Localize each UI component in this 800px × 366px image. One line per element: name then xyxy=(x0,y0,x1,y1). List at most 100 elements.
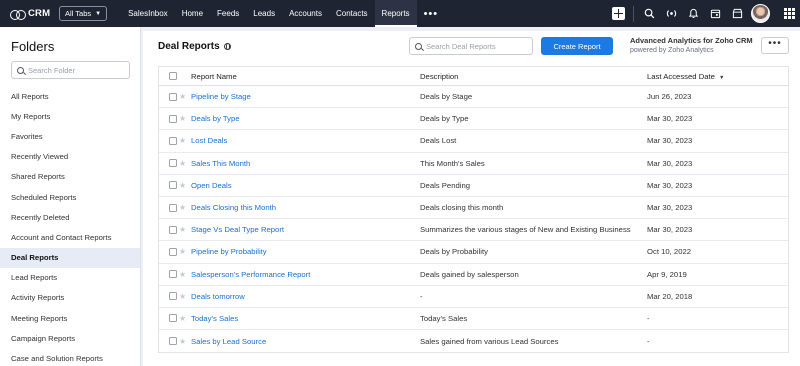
folder-search-box[interactable] xyxy=(11,61,130,79)
row-checkbox[interactable] xyxy=(169,203,177,212)
report-name-link[interactable]: Sales This Month xyxy=(191,159,250,168)
row-checkbox[interactable] xyxy=(169,247,177,256)
row-checkbox[interactable] xyxy=(169,225,177,234)
search-icon xyxy=(644,8,654,19)
folder-item-all-reports[interactable]: All Reports xyxy=(0,86,140,106)
star-icon[interactable]: ★ xyxy=(179,225,186,234)
star-icon[interactable]: ★ xyxy=(179,92,186,101)
sidebar-title: Folders xyxy=(11,39,55,54)
plus-icon xyxy=(611,7,625,20)
report-name-link[interactable]: Pipeline by Stage xyxy=(191,92,251,101)
report-name-link[interactable]: Lost Deals xyxy=(191,136,227,145)
more-tabs-button[interactable]: ••• xyxy=(417,0,446,27)
row-checkbox[interactable] xyxy=(169,292,177,301)
row-checkbox[interactable] xyxy=(169,181,177,190)
report-name-link[interactable]: Open Deals xyxy=(191,181,232,190)
star-icon[interactable]: ★ xyxy=(179,270,186,279)
row-checkbox[interactable] xyxy=(169,136,177,145)
row-checkbox[interactable] xyxy=(169,337,177,346)
star-icon[interactable]: ★ xyxy=(179,114,186,123)
tab-contacts[interactable]: Contacts xyxy=(329,0,375,27)
folder-item-favorites[interactable]: Favorites xyxy=(0,126,140,146)
row-checkbox[interactable] xyxy=(169,114,177,123)
tab-home[interactable]: Home xyxy=(175,0,210,27)
star-icon[interactable]: ★ xyxy=(179,136,186,145)
row-checkbox[interactable] xyxy=(169,159,177,168)
search-button[interactable] xyxy=(638,0,660,27)
select-all-checkbox[interactable] xyxy=(169,72,177,80)
report-name-link[interactable]: Deals Closing this Month xyxy=(191,203,276,212)
row-checkbox[interactable] xyxy=(169,270,177,279)
folder-item-recently-deleted[interactable]: Recently Deleted xyxy=(0,207,140,227)
star-icon[interactable]: ★ xyxy=(179,314,186,323)
tab-reports[interactable]: Reports xyxy=(374,0,417,27)
column-header-last-accessed[interactable]: Last Accessed Date ▼ xyxy=(647,72,724,81)
report-description: Deals by Probability xyxy=(420,247,488,257)
table-row: ★ Salesperson's Performance Report Deals g… xyxy=(159,264,788,286)
star-icon[interactable]: ★ xyxy=(179,159,186,168)
report-last-accessed: - xyxy=(647,336,650,346)
folder-item-activity-reports[interactable]: Activity Reports xyxy=(0,288,140,308)
report-name-link[interactable]: Pipeline by Probability xyxy=(191,247,267,256)
report-name-link[interactable]: Deals by Type xyxy=(191,114,240,123)
report-name-link[interactable]: Stage Vs Deal Type Report xyxy=(191,225,284,234)
app-name: CRM xyxy=(28,8,51,19)
folder-item-campaign-reports[interactable]: Campaign Reports xyxy=(0,328,140,348)
star-icon[interactable]: ★ xyxy=(179,337,186,346)
report-name-link[interactable]: Today's Sales xyxy=(191,314,238,323)
analytics-title: Advanced Analytics for Zoho CRM xyxy=(630,36,753,45)
report-search-box[interactable] xyxy=(409,37,533,55)
row-checkbox[interactable] xyxy=(169,92,177,101)
folder-item-meeting-reports[interactable]: Meeting Reports xyxy=(0,308,140,328)
chevron-down-icon: ▼ xyxy=(95,10,102,17)
tab-leads[interactable]: Leads xyxy=(246,0,282,27)
report-description: Today's Sales xyxy=(420,313,468,323)
crm-logo[interactable]: CRM xyxy=(10,8,54,20)
folder-item-lead-reports[interactable]: Lead Reports xyxy=(0,268,140,288)
star-icon[interactable]: ★ xyxy=(179,247,186,256)
report-description: Deals closing this month xyxy=(420,203,504,213)
folder-item-account-contact-reports[interactable]: Account and Contact Reports xyxy=(0,227,140,247)
tab-feeds[interactable]: Feeds xyxy=(210,0,246,27)
marketplace-button[interactable] xyxy=(726,0,748,27)
advanced-analytics-link[interactable]: Advanced Analytics for Zoho CRM powered … xyxy=(630,36,753,55)
report-search-input[interactable] xyxy=(426,41,526,51)
more-options-button[interactable]: ••• xyxy=(761,37,789,54)
column-header-description[interactable]: Description xyxy=(420,72,634,81)
star-icon[interactable]: ★ xyxy=(179,292,186,301)
folder-item-case-solution-reports[interactable]: Case and Solution Reports xyxy=(0,348,140,366)
report-name-link[interactable]: Sales by Lead Source xyxy=(191,337,266,346)
app-switcher-icon[interactable] xyxy=(784,8,795,19)
report-description: Summarizes the various stages of New and… xyxy=(420,225,631,235)
report-last-accessed: Mar 30, 2023 xyxy=(647,180,693,190)
report-name-link[interactable]: Salesperson's Performance Report xyxy=(191,270,310,279)
star-icon[interactable]: ★ xyxy=(179,181,186,190)
folder-item-scheduled-reports[interactable]: Scheduled Reports xyxy=(0,187,140,207)
report-description: Deals Pending xyxy=(420,180,471,190)
table-row: ★ Deals by Type Deals by Type Mar 30, 2023 xyxy=(159,108,788,131)
folder-search-input[interactable] xyxy=(28,65,123,75)
all-tabs-dropdown[interactable]: All Tabs ▼ xyxy=(59,6,108,21)
reports-table: Report Name Description Last Accessed Da… xyxy=(158,66,789,354)
user-avatar[interactable] xyxy=(751,4,770,23)
reports-panel: Deal Reports Create Report Advanced Anal… xyxy=(143,31,800,366)
table-row: ★ Sales This Month This Month's Sales Mar 3… xyxy=(159,153,788,175)
folder-item-recently-viewed[interactable]: Recently Viewed xyxy=(0,147,140,167)
report-description: Deals Lost xyxy=(420,136,457,146)
top-navigation-bar: CRM All Tabs ▼ SalesInbox Home Feeds Lea… xyxy=(0,0,800,27)
signals-button[interactable] xyxy=(660,0,682,27)
calendar-button[interactable] xyxy=(704,0,726,27)
report-name-link[interactable]: Deals tomorrow xyxy=(191,292,245,301)
table-header-row: Report Name Description Last Accessed Da… xyxy=(159,67,788,86)
folder-item-my-reports[interactable]: My Reports xyxy=(0,106,140,126)
folder-item-deal-reports[interactable]: Deal Reports xyxy=(0,247,140,268)
quick-create-button[interactable] xyxy=(607,0,629,27)
notifications-button[interactable] xyxy=(682,0,704,27)
column-header-report-name[interactable]: Report Name xyxy=(191,72,237,81)
create-report-button[interactable]: Create Report xyxy=(541,37,613,55)
tab-accounts[interactable]: Accounts xyxy=(282,0,329,27)
row-checkbox[interactable] xyxy=(169,314,177,323)
tab-salesinbox[interactable]: SalesInbox xyxy=(121,0,175,27)
folder-item-shared-reports[interactable]: Shared Reports xyxy=(0,167,140,187)
star-icon[interactable]: ★ xyxy=(179,203,186,212)
